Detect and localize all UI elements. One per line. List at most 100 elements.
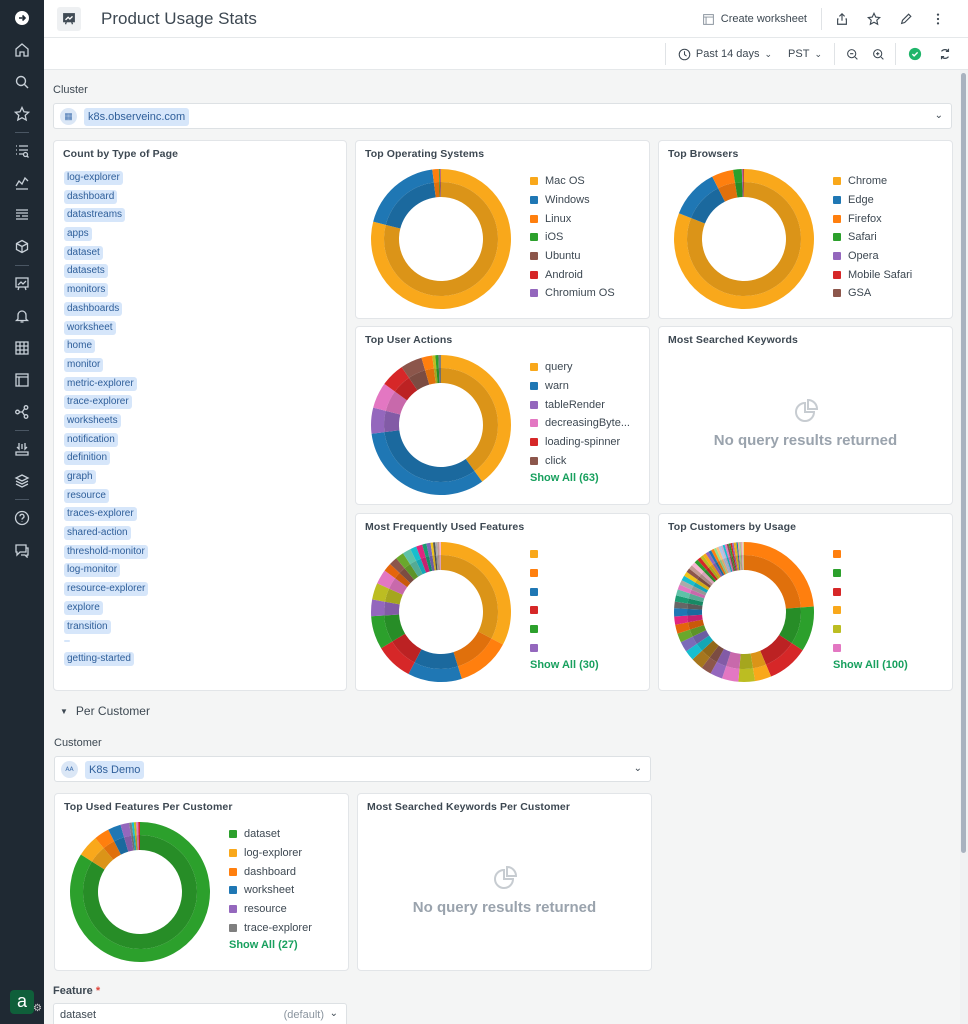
help-icon[interactable] — [0, 502, 44, 534]
page-type-tag[interactable]: dashboard — [64, 189, 118, 204]
legend-item[interactable]: click — [530, 451, 630, 470]
page-type-tag[interactable]: definition — [64, 451, 111, 466]
share-button[interactable] — [826, 8, 858, 30]
page-type-tag[interactable]: traces-explorer — [64, 507, 137, 522]
metrics-icon[interactable] — [0, 167, 44, 199]
legend-item[interactable]: Android — [530, 265, 615, 284]
show-all-link[interactable]: Show All (27) — [229, 939, 312, 951]
legend-item[interactable]: query — [530, 358, 630, 377]
account-avatar[interactable]: a ⚙ — [10, 990, 42, 1014]
show-all-link[interactable]: Show All (100) — [833, 659, 908, 671]
customer-select[interactable]: ᴬᴬ K8s Demo ⌄ — [54, 756, 651, 782]
search-icon[interactable] — [0, 66, 44, 98]
page-type-tag[interactable]: transition — [64, 619, 111, 634]
monitors-bell-icon[interactable] — [0, 300, 44, 332]
data-ingest-icon[interactable] — [0, 433, 44, 465]
page-type-tag[interactable]: trace-explorer — [64, 395, 132, 410]
page-type-tag[interactable]: log-explorer — [64, 171, 123, 185]
pie-slice-inner[interactable] — [739, 653, 753, 669]
legend-item[interactable] — [530, 620, 599, 639]
legend-item[interactable]: Mobile Safari — [833, 265, 912, 284]
legend-item[interactable] — [530, 638, 599, 657]
pie-slice[interactable] — [371, 407, 386, 434]
legend-item[interactable] — [833, 620, 908, 639]
page-type-tag[interactable]: explore — [64, 600, 103, 615]
legend-item[interactable]: loading-spinner — [530, 433, 630, 452]
legend-item[interactable]: resource — [229, 900, 312, 919]
legend-item[interactable]: GSA — [833, 284, 912, 303]
edit-button[interactable] — [890, 8, 922, 30]
page-type-tag[interactable]: datasets — [64, 264, 108, 279]
pie-slice[interactable] — [674, 608, 688, 617]
page-type-tag[interactable]: apps — [64, 227, 92, 242]
settings-gear-icon[interactable]: ⚙ — [33, 998, 42, 1020]
pie-slice-inner[interactable] — [687, 608, 703, 616]
donut-chart[interactable] — [673, 168, 815, 310]
page-type-tag[interactable]: dashboards — [64, 301, 123, 316]
show-all-link[interactable]: Show All (30) — [530, 659, 599, 671]
time-range-picker[interactable]: Past 14 days ⌄ — [670, 43, 780, 65]
page-type-tag[interactable]: resource-explorer — [64, 582, 149, 597]
page-type-tag[interactable]: log-monitor — [64, 563, 121, 578]
pie-slice-inner[interactable] — [384, 410, 401, 433]
trace-nodes-icon[interactable] — [0, 396, 44, 428]
page-type-tag[interactable]: graph — [64, 470, 96, 484]
pie-slice[interactable] — [371, 599, 385, 617]
legend-item[interactable]: Firefox — [833, 209, 912, 228]
more-options-button[interactable] — [922, 8, 954, 30]
legend-item[interactable] — [833, 582, 908, 601]
grid-icon[interactable] — [0, 332, 44, 364]
status-ok-indicator[interactable] — [900, 43, 930, 65]
pie-slice[interactable] — [738, 668, 756, 682]
page-type-tag[interactable]: dataset — [64, 245, 103, 260]
show-all-link[interactable]: Show All (63) — [530, 472, 630, 484]
legend-item[interactable]: decreasingByte... — [530, 414, 630, 433]
worksheet-icon[interactable] — [0, 364, 44, 396]
legend-item[interactable]: trace-explorer — [229, 918, 312, 937]
zoom-in-button[interactable] — [865, 43, 891, 65]
refresh-button[interactable] — [930, 43, 960, 65]
legend-item[interactable] — [833, 545, 908, 564]
timezone-picker[interactable]: PST ⌄ — [780, 43, 830, 65]
page-type-tag[interactable]: worksheet — [64, 320, 116, 335]
chat-feedback-icon[interactable] — [0, 534, 44, 566]
legend-item[interactable]: log-explorer — [229, 844, 312, 863]
home-icon[interactable] — [0, 34, 44, 66]
legend-item[interactable]: dashboard — [229, 862, 312, 881]
legend-item[interactable]: iOS — [530, 228, 615, 247]
page-type-tag[interactable]: shared-action — [64, 526, 131, 541]
per-customer-section-toggle[interactable]: ▼ Per Customer — [60, 704, 150, 718]
page-type-tag[interactable]: datastreams — [64, 208, 126, 223]
page-type-tag[interactable]: notification — [64, 432, 118, 447]
page-type-tag[interactable]: home — [64, 339, 96, 354]
zoom-out-button[interactable] — [839, 43, 865, 65]
donut-chart[interactable] — [673, 541, 815, 683]
dashboard-icon[interactable] — [0, 268, 44, 300]
create-worksheet-button[interactable]: Create worksheet — [692, 8, 817, 30]
feature-select[interactable]: dataset (default) ⌄ — [53, 1003, 347, 1024]
legend-item[interactable]: Edge — [833, 191, 912, 210]
page-type-tag[interactable]: monitor — [64, 357, 104, 372]
legend-item[interactable] — [530, 564, 599, 583]
expand-nav-icon[interactable] — [0, 2, 44, 34]
page-type-tag[interactable]: worksheets — [64, 413, 121, 428]
page-type-tag[interactable]: getting-started — [64, 651, 134, 666]
page-type-tag[interactable] — [64, 639, 70, 642]
donut-chart[interactable] — [370, 168, 512, 310]
log-explorer-icon[interactable] — [0, 135, 44, 167]
datastreams-icon[interactable] — [0, 199, 44, 231]
legend-item[interactable]: Windows — [530, 191, 615, 210]
dataset-cube-icon[interactable] — [0, 231, 44, 263]
page-type-tag[interactable]: metric-explorer — [64, 376, 137, 391]
legend-item[interactable]: Opera — [833, 247, 912, 266]
legend-item[interactable] — [530, 545, 599, 564]
legend-item[interactable]: Ubuntu — [530, 247, 615, 266]
page-type-tag[interactable]: monitors — [64, 283, 109, 298]
page-type-tag[interactable]: threshold-monitor — [64, 544, 148, 559]
cluster-select[interactable]: ▦ k8s.observeinc.com ⌄ — [53, 103, 952, 129]
legend-item[interactable]: worksheet — [229, 881, 312, 900]
legend-item[interactable] — [530, 601, 599, 620]
legend-item[interactable] — [833, 601, 908, 620]
legend-item[interactable]: Chrome — [833, 172, 912, 191]
page-type-tag[interactable]: resource — [64, 488, 109, 503]
